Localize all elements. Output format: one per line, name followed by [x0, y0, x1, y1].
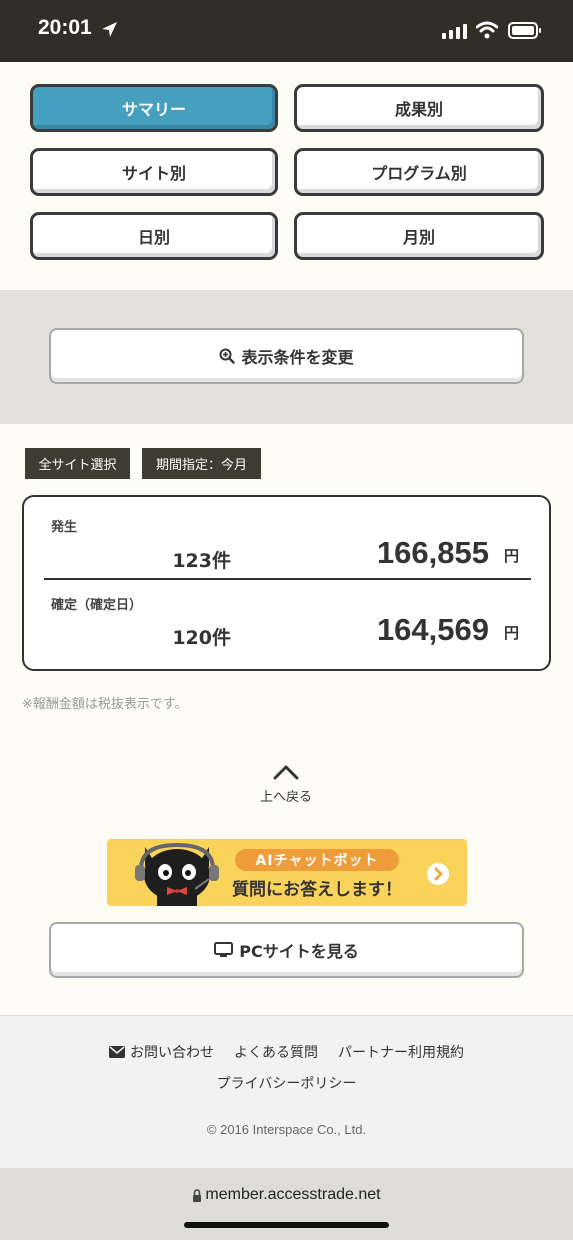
- battery-icon: [508, 22, 541, 39]
- occurred-unit: 円: [503, 547, 519, 565]
- tab-summary[interactable]: サマリー: [30, 84, 278, 132]
- wifi-icon: [476, 21, 498, 39]
- tab-daily[interactable]: 日別: [30, 212, 278, 260]
- confirmed-count: 120件: [172, 627, 231, 649]
- privacy-policy-link[interactable]: プライバシーポリシー: [0, 1073, 573, 1093]
- pc-site-button[interactable]: PCサイトを見る: [49, 922, 524, 978]
- banner-subtitle: 質問にお答えします！: [232, 880, 402, 900]
- zoom-in-icon: [219, 348, 236, 364]
- summary-divider: [44, 578, 531, 580]
- monitor-icon: [214, 942, 234, 957]
- url-field[interactable]: member.accesstrade.net: [0, 1186, 573, 1204]
- contact-link-label: お問い合わせ: [130, 1045, 214, 1061]
- envelope-icon: [109, 1046, 125, 1058]
- tab-by-program[interactable]: プログラム別: [294, 148, 544, 196]
- banner-title: AIチャットボット: [235, 849, 399, 871]
- status-bar: 20:01: [0, 0, 573, 62]
- footer-links: お問い合わせ よくある質問 パートナー利用規約: [0, 1042, 573, 1062]
- copyright: © 2016 Interspace Co., Ltd.: [206, 1122, 367, 1137]
- home-indicator[interactable]: [184, 1222, 389, 1228]
- tab-by-site[interactable]: サイト別: [30, 148, 278, 196]
- confirmed-amount: 164,569: [376, 612, 489, 647]
- location-arrow-icon: [102, 22, 117, 37]
- chevron-right-circle-icon: [427, 863, 449, 885]
- url-text: member.accesstrade.net: [205, 1186, 381, 1203]
- ai-chatbot-banner[interactable]: AIチャットボット 質問にお答えします！: [107, 839, 467, 906]
- cat-mascot-icon: [135, 842, 219, 906]
- contact-link[interactable]: お問い合わせ: [109, 1042, 214, 1062]
- period-filter-badge: 期間指定：今月: [142, 448, 261, 479]
- tab-monthly[interactable]: 月別: [294, 212, 544, 260]
- summary-card: 発生 123件 166,855 円 確定（確定日） 120件 164,569 円: [22, 495, 551, 671]
- lock-icon: [193, 1188, 202, 1202]
- chevron-up-icon: [273, 765, 299, 780]
- confirmed-label: 確定（確定日）: [51, 598, 143, 613]
- confirmed-unit: 円: [503, 624, 519, 642]
- back-to-top-link[interactable]: 上へ戻る: [236, 764, 336, 805]
- footer: お問い合わせ よくある質問 パートナー利用規約 プライバシーポリシー © 201…: [0, 1015, 573, 1168]
- faq-link[interactable]: よくある質問: [234, 1042, 318, 1062]
- back-to-top-label: 上へ戻る: [259, 790, 312, 805]
- occurred-label: 発生: [51, 520, 78, 535]
- tab-by-result[interactable]: 成果別: [294, 84, 544, 132]
- site-filter-badge: 全サイト選択: [25, 448, 130, 479]
- occurred-amount: 166,855: [376, 535, 489, 570]
- pc-site-label: PCサイトを見る: [239, 942, 359, 961]
- cellular-signal-icon: [442, 24, 467, 39]
- browser-url-bar: member.accesstrade.net: [0, 1168, 573, 1240]
- tax-note: ※報酬金額は税抜表示です。: [22, 697, 188, 712]
- occurred-count: 123件: [172, 550, 231, 572]
- status-time: 20:01: [38, 16, 92, 39]
- change-conditions-button[interactable]: 表示条件を変更: [49, 328, 524, 384]
- change-conditions-label: 表示条件を変更: [241, 348, 354, 367]
- report-tabs: サマリー 成果別 サイト別 プログラム別 日別 月別: [30, 84, 544, 260]
- filter-section: 表示条件を変更: [0, 290, 573, 424]
- partner-terms-link[interactable]: パートナー利用規約: [338, 1042, 464, 1062]
